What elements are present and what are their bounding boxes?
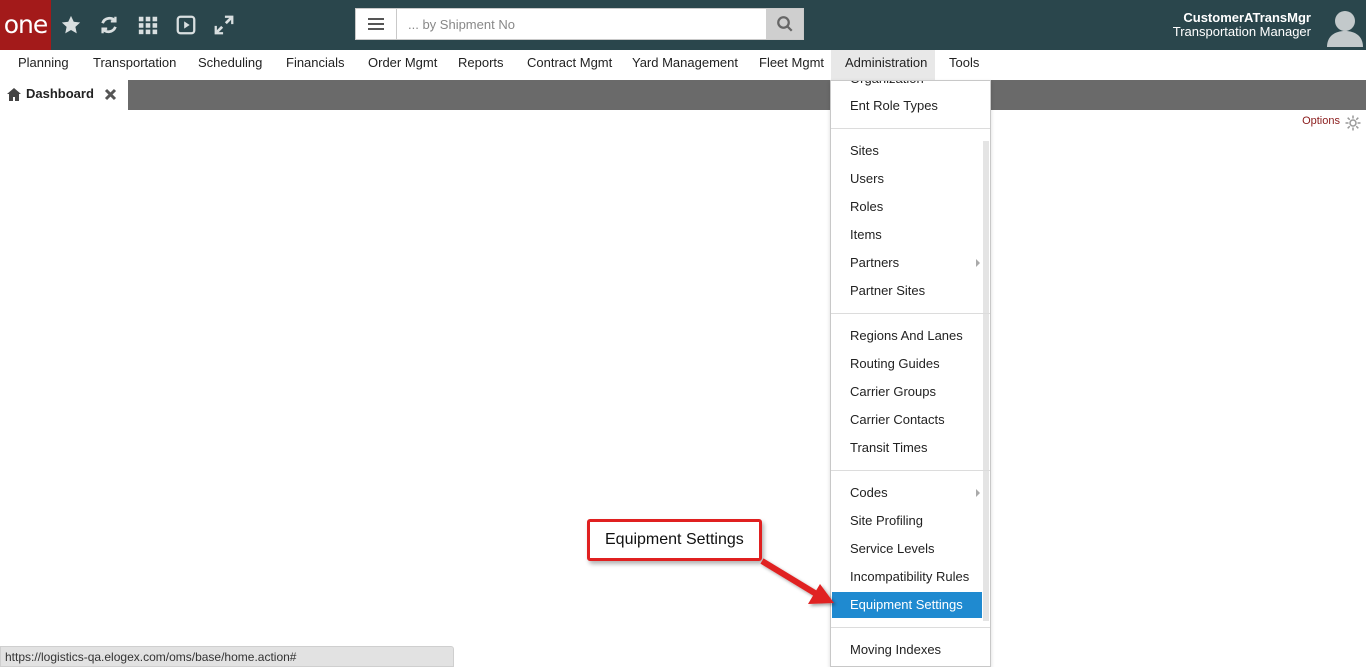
nav-planning[interactable]: Planning	[18, 50, 69, 80]
app-logo[interactable]: one	[0, 0, 51, 50]
nav-administration[interactable]: Administration	[831, 50, 935, 80]
tab-dashboard[interactable]: Dashboard	[0, 80, 128, 110]
search-menu-icon[interactable]	[356, 9, 397, 39]
status-url: https://logistics-qa.elogex.com/oms/base…	[0, 646, 454, 667]
menu-item-partner-sites[interactable]: Partner Sites	[832, 279, 982, 303]
top-header: one CustomerATransMgr Transportation Man…	[0, 0, 1366, 50]
menu-item-moving-indexes[interactable]: Moving Indexes	[832, 638, 982, 662]
refresh-icon[interactable]	[97, 13, 121, 37]
nav-order-mgmt[interactable]: Order Mgmt	[368, 50, 437, 80]
menu-item-roles[interactable]: Roles	[832, 195, 982, 219]
expand-icon[interactable]	[212, 13, 236, 37]
user-info[interactable]: CustomerATransMgr Transportation Manager	[1173, 11, 1311, 39]
gear-icon[interactable]	[1344, 114, 1362, 135]
menu-item-partners[interactable]: Partners	[832, 251, 982, 275]
menu-item-incompatibility-rules[interactable]: Incompatibility Rules	[832, 565, 982, 589]
menu-item-transit-times[interactable]: Transit Times	[832, 436, 982, 460]
menu-item-sites[interactable]: Sites	[832, 139, 982, 163]
star-icon[interactable]	[59, 13, 83, 37]
annotation-callout: Equipment Settings	[587, 519, 762, 561]
menu-item-organization[interactable]: Organization	[832, 81, 982, 91]
nav-yard-management[interactable]: Yard Management	[632, 50, 738, 80]
dropdown-scrollbar[interactable]	[983, 141, 989, 621]
user-name: CustomerATransMgr	[1183, 10, 1311, 25]
user-role: Transportation Manager	[1172, 24, 1311, 39]
administration-dropdown: Organization Ent Role Types Sites Users …	[830, 80, 991, 667]
submenu-caret-icon	[976, 259, 980, 267]
menu-item-items[interactable]: Items	[832, 223, 982, 247]
nav-reports[interactable]: Reports	[458, 50, 504, 80]
avatar[interactable]	[1327, 9, 1363, 47]
main-nav: Planning Transportation Scheduling Finan…	[0, 50, 1366, 80]
home-icon	[7, 88, 21, 104]
submenu-caret-icon	[976, 489, 980, 497]
nav-contract-mgmt[interactable]: Contract Mgmt	[527, 50, 612, 80]
nav-financials[interactable]: Financials	[286, 50, 345, 80]
menu-item-service-levels[interactable]: Service Levels	[832, 537, 982, 561]
menu-item-routing-guides[interactable]: Routing Guides	[832, 352, 982, 376]
options-link[interactable]: Options	[1302, 115, 1340, 127]
apps-grid-icon[interactable]	[136, 13, 160, 37]
nav-tools[interactable]: Tools	[949, 50, 979, 80]
menu-divider	[831, 470, 990, 471]
menu-divider	[831, 128, 990, 129]
menu-item-users[interactable]: Users	[832, 167, 982, 191]
menu-divider	[831, 627, 990, 628]
nav-fleet-mgmt[interactable]: Fleet Mgmt	[759, 50, 824, 80]
close-icon[interactable]	[104, 88, 117, 104]
menu-divider	[831, 313, 990, 314]
search-bar	[355, 8, 804, 40]
menu-item-equipment-settings[interactable]: Equipment Settings	[832, 592, 982, 618]
menu-item-site-profiling[interactable]: Site Profiling	[832, 509, 982, 533]
menu-item-ent-role-types[interactable]: Ent Role Types	[832, 94, 982, 118]
menu-item-carrier-groups[interactable]: Carrier Groups	[832, 380, 982, 404]
play-icon[interactable]	[174, 13, 198, 37]
menu-item-codes[interactable]: Codes	[832, 481, 982, 505]
search-button[interactable]	[766, 9, 803, 39]
nav-transportation[interactable]: Transportation	[93, 50, 176, 80]
search-input[interactable]	[398, 9, 766, 39]
menu-item-carrier-contacts[interactable]: Carrier Contacts	[832, 408, 982, 432]
tab-bar: Dashboard	[0, 80, 1366, 110]
menu-item-regions-and-lanes[interactable]: Regions And Lanes	[832, 324, 982, 348]
tab-dashboard-label: Dashboard	[26, 86, 94, 101]
nav-scheduling[interactable]: Scheduling	[198, 50, 262, 80]
